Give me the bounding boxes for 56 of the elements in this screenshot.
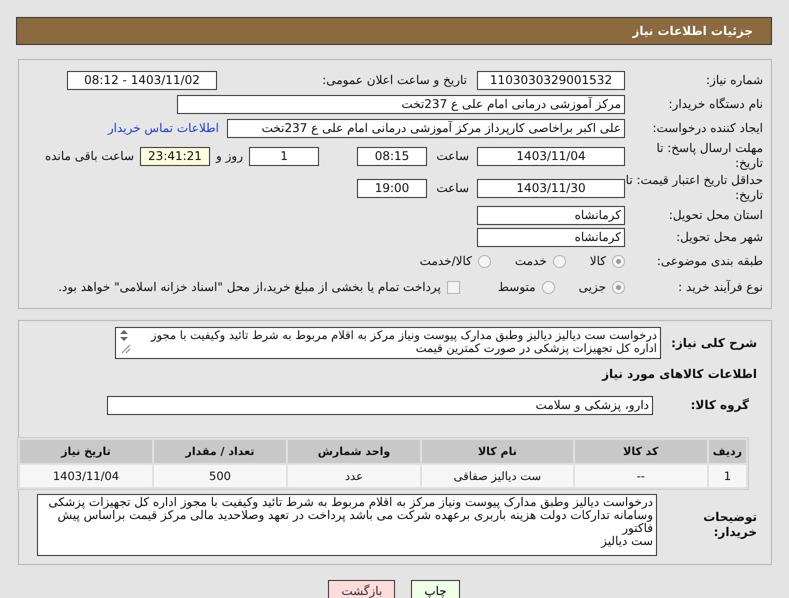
column-header: تاریخ نیاز	[20, 440, 152, 463]
field-label: گروه کالا:	[690, 398, 750, 412]
text-field[interactable]: 19:00	[357, 178, 427, 198]
back-button[interactable]: بازگشت	[328, 580, 396, 598]
field-label: روز و	[216, 149, 243, 163]
checkbox-label: پرداخت تمام یا بخشی از مبلغ خرید،از محل "اسناد خزانه اسلامی" خواهد بود.	[58, 280, 441, 294]
section-heading: اطلاعات کالاهای مورد نیاز	[600, 367, 758, 381]
countdown-field: 23:41:21	[140, 146, 210, 166]
description-text: درخواست ست دیالیز دیالیز وطبق مدارک پیوست ونیاز مرکز به اقلام مربوط به شرط تائید وکیفیت با مجوز اداره کل تجهیزات پزشکی در صورت کمترین قیمت	[150, 328, 658, 357]
text-field[interactable]: کرمانشاه	[477, 228, 625, 246]
radio-label: خدمت	[514, 254, 547, 268]
field-label: ساعت	[435, 149, 469, 163]
column-header: واحد شمارش	[288, 440, 420, 463]
radio-label: کالا	[590, 254, 606, 268]
table-cell: 1403/11/04	[20, 465, 152, 487]
field-label: حداقل تاریخ اعتبار قیمت: تا تاریخ:	[625, 173, 763, 203]
field-label: توضیحات خریدار:	[702, 510, 758, 540]
text-field[interactable]: علی اکبر براخاصی کارپرداز مرکز آموزشی درمانی امام علی ع 237تخت	[227, 118, 625, 138]
notes-text: درخواست دیالیز وطبق مدارک پیوست ونیاز مرکز به اقلام مربوط به شرط تائید وکیفیت با مجوز اداره کل تجهیزات پزشکی وسامانه تدارکات دولت هزینه باربری برعهده شرکت می باشد پرداخت در تعهد وصلاحدید مالی مرکز قیمت براساس پیش فاکتور ست دیالیز	[47, 495, 654, 550]
text-field[interactable]: 08:15	[357, 146, 427, 166]
radio-label: متوسط	[498, 280, 536, 294]
page-header: جزئیات اطلاعات نیاز	[16, 17, 772, 45]
text-field[interactable]: 1	[249, 146, 319, 166]
field-label: شهر محل تحویل:	[675, 230, 763, 244]
text-field[interactable]: 1103030329001532	[477, 70, 625, 90]
text-field[interactable]: 1403/11/04	[477, 146, 625, 166]
field-label: نوع فرآیند خرید :	[677, 280, 763, 294]
radio-label: کالا/خدمت	[420, 254, 472, 268]
text-field[interactable]: 1403/11/02 - 08:12	[67, 70, 217, 90]
column-header: ردیف	[708, 440, 746, 463]
field-label: شرح کلی نیاز:	[670, 336, 758, 350]
table-cell: عدد	[288, 465, 420, 487]
field-label: تاریخ و ساعت اعلان عمومی:	[321, 72, 468, 88]
description-box[interactable]: درخواست ست دیالیز دیالیز وطبق مدارک پیوست ونیاز مرکز به اقلام مربوط به شرط تائید وکیفیت با مجوز اداره کل تجهیزات پزشکی در صورت کمترین قیمت	[115, 327, 661, 359]
table-cell: ست دیالیز صفاقی	[422, 465, 573, 487]
field-label: ساعت باقی مانده	[44, 149, 134, 163]
text-field[interactable]: دارو، پزشکی و سلامت	[107, 396, 653, 414]
radio-label: جزیی	[578, 280, 606, 294]
field-label: شماره نیاز:	[705, 72, 763, 88]
field-label: طبقه بندی موضوعی:	[656, 254, 763, 268]
field-label: استان محل تحویل:	[668, 208, 763, 222]
field-label: ایجاد کننده درخواست:	[651, 120, 763, 136]
contact-link[interactable]: اطلاعات تماس خریدار	[108, 121, 219, 135]
field-label: ساعت	[435, 181, 469, 195]
table-cell: 1	[708, 465, 746, 487]
table-cell: --	[574, 465, 707, 487]
table-cell: 500	[154, 465, 286, 487]
field-label: نام دستگاه خریدار:	[668, 96, 763, 112]
text-field[interactable]: کرمانشاه	[477, 206, 625, 224]
text-field[interactable]: مرکز آموزشی درمانی امام علی ع 237تخت	[177, 94, 625, 114]
print-button[interactable]: چاپ	[411, 580, 460, 598]
field-label: مهلت ارسال پاسخ: تا تاریخ:	[655, 141, 763, 171]
column-header: کد کالا	[574, 440, 707, 463]
column-header: نام کالا	[422, 440, 573, 463]
column-header: تعداد / مقدار	[154, 440, 286, 463]
text-field[interactable]: 1403/11/30	[477, 178, 625, 198]
